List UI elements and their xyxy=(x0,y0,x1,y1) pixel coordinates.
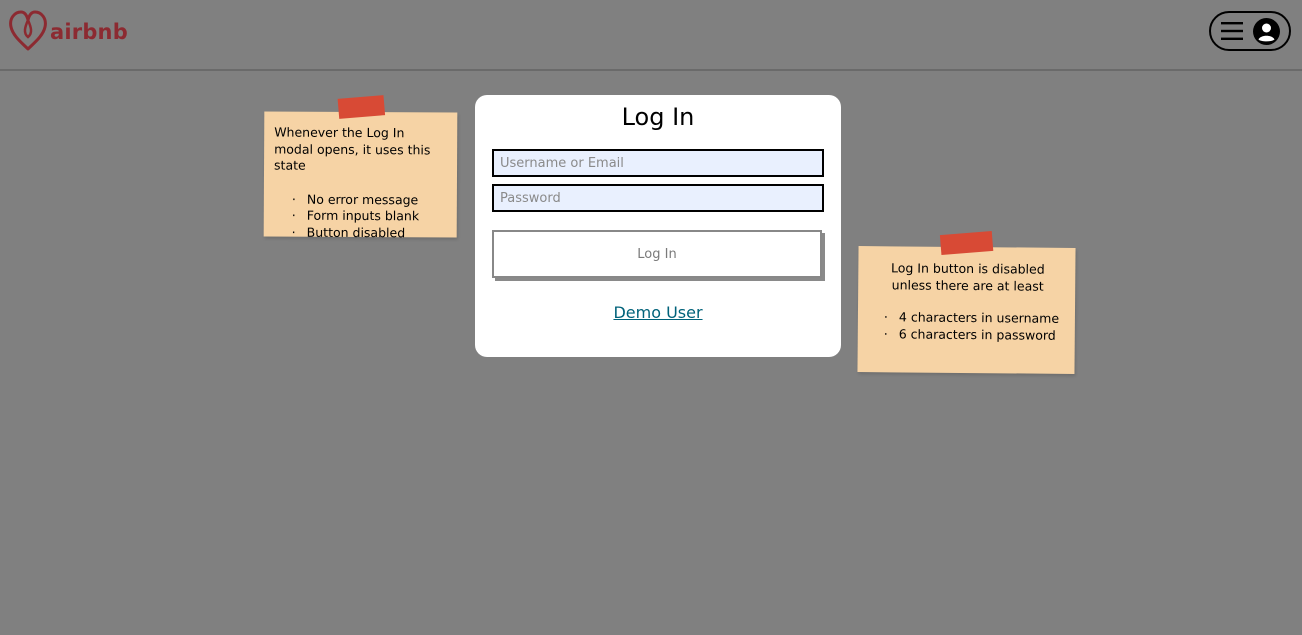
login-modal: Log In Log In Demo User xyxy=(475,95,841,357)
note-list-item: Form inputs blank xyxy=(290,208,447,225)
user-avatar-icon xyxy=(1252,17,1280,45)
logo[interactable]: airbnb xyxy=(8,9,128,54)
airbnb-belo-icon xyxy=(9,10,47,51)
username-input[interactable] xyxy=(492,149,824,177)
sticky-note-initial-state: Whenever the Log In modal opens, it uses… xyxy=(263,95,458,240)
note-list: No error message Form inputs blank Butto… xyxy=(290,191,447,241)
top-nav: airbnb xyxy=(0,0,1302,71)
login-submit-button[interactable]: Log In xyxy=(492,230,822,278)
profile-menu-button[interactable] xyxy=(1209,11,1291,51)
note-list-item: No error message xyxy=(290,191,447,208)
modal-title: Log In xyxy=(621,103,695,131)
logo-text: airbnb xyxy=(50,19,128,44)
hamburger-menu-icon xyxy=(1220,22,1243,40)
note-list-item: 6 characters in password xyxy=(882,326,1065,344)
note-text: Log In button is disabled unless there a… xyxy=(890,260,1045,294)
note-list-item: Button disabled xyxy=(290,224,447,241)
tape-decoration xyxy=(939,230,994,256)
password-input[interactable] xyxy=(492,184,824,212)
note-text: Whenever the Log In modal opens, it uses… xyxy=(274,124,431,173)
note-list: 4 characters in username 6 characters in… xyxy=(882,309,1065,344)
note-list-item: 4 characters in username xyxy=(882,309,1065,327)
tape-decoration xyxy=(337,95,386,119)
sticky-note-button-rules: Log In button is disabled unless there a… xyxy=(857,230,1076,374)
demo-user-link[interactable]: Demo User xyxy=(475,303,841,322)
